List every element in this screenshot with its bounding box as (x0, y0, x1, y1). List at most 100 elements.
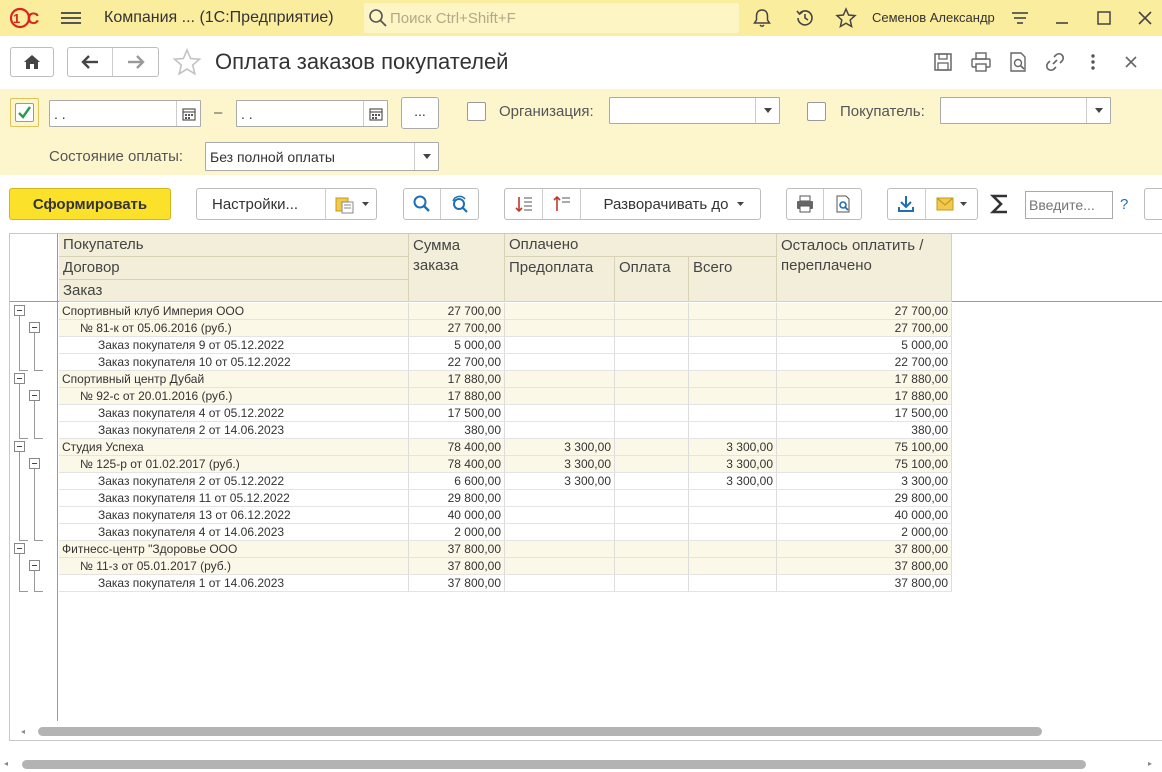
buyer-row-name[interactable]: Фитнесс-центр "Здоровье ООО (59, 541, 409, 558)
find-next-button[interactable] (441, 189, 478, 219)
cell-sum[interactable]: 27 700,00 (409, 320, 505, 337)
cell-sum[interactable]: 37 800,00 (409, 558, 505, 575)
order-row-name[interactable]: Заказ покупателя 13 от 06.12.2022 (59, 507, 409, 524)
date-from-field[interactable]: . . (49, 100, 201, 127)
cell-rest[interactable]: 75 100,00 (777, 439, 952, 456)
cell-sum[interactable]: 17 880,00 (409, 371, 505, 388)
cell-rest[interactable]: 2 000,00 (777, 524, 952, 541)
cell-pay[interactable] (615, 558, 689, 575)
report-spreadsheet[interactable]: Покупатель Договор Заказ Сумма заказа Оп… (9, 233, 1162, 741)
cell-pre[interactable] (505, 507, 615, 524)
cell-total[interactable] (689, 320, 777, 337)
cell-sum[interactable]: 380,00 (409, 422, 505, 439)
cell-sum[interactable]: 2 000,00 (409, 524, 505, 541)
collapse-buyer-group-icon[interactable] (14, 543, 25, 554)
cell-pay[interactable] (615, 490, 689, 507)
close-form-icon[interactable] (1119, 50, 1143, 74)
cell-pre[interactable] (505, 422, 615, 439)
home-button[interactable] (10, 47, 54, 77)
buyer-field[interactable] (940, 97, 1111, 124)
cell-sum[interactable]: 27 700,00 (409, 303, 505, 320)
buyer-checkbox[interactable] (807, 102, 826, 121)
cell-total[interactable] (689, 388, 777, 405)
order-row-name[interactable]: Заказ покупателя 9 от 05.12.2022 (59, 337, 409, 354)
expand-to-button[interactable]: Разворачивать до (581, 189, 760, 219)
cell-pre[interactable]: 3 300,00 (505, 473, 615, 490)
date-to-calendar-button[interactable] (363, 101, 387, 126)
cell-sum[interactable]: 78 400,00 (409, 456, 505, 473)
save-to-file-button[interactable] (888, 189, 926, 219)
maximize-window-icon[interactable] (1093, 7, 1115, 29)
cell-pay[interactable] (615, 303, 689, 320)
period-checkbox[interactable] (15, 103, 34, 122)
cell-sum[interactable]: 29 800,00 (409, 490, 505, 507)
expand-all-button[interactable] (543, 189, 581, 219)
cell-pre[interactable] (505, 405, 615, 422)
date-from-calendar-button[interactable] (176, 101, 200, 126)
cell-total[interactable] (689, 303, 777, 320)
cell-pay[interactable] (615, 320, 689, 337)
cell-total[interactable] (689, 558, 777, 575)
contract-row-name[interactable]: № 125-р от 01.02.2017 (руб.) (59, 456, 409, 473)
cell-total[interactable] (689, 541, 777, 558)
cell-pre[interactable] (505, 371, 615, 388)
print-icon[interactable] (969, 50, 993, 74)
cell-pay[interactable] (615, 354, 689, 371)
contract-row-name[interactable]: № 11-з от 05.01.2017 (руб.) (59, 558, 409, 575)
buyer-row-name[interactable]: Спортивный клуб Империя ООО (59, 303, 409, 320)
cell-pre[interactable] (505, 388, 615, 405)
minimize-window-icon[interactable] (1051, 7, 1073, 29)
page-scroll-left-arrow[interactable]: ◂ (4, 759, 8, 768)
collapse-contract-group-icon[interactable] (29, 322, 40, 333)
cell-pay[interactable] (615, 337, 689, 354)
page-scroll-right-arrow[interactable]: ▸ (1148, 759, 1152, 768)
cell-pre[interactable] (505, 320, 615, 337)
print-preview-icon[interactable] (1006, 50, 1030, 74)
page-horizontal-scrollbar[interactable] (22, 760, 1086, 769)
cell-total[interactable] (689, 337, 777, 354)
global-search-input[interactable] (390, 8, 730, 28)
close-window-icon[interactable] (1134, 7, 1156, 29)
back-button[interactable] (68, 48, 114, 76)
cell-rest[interactable]: 17 880,00 (777, 388, 952, 405)
print-report-button[interactable] (787, 189, 825, 219)
period-select-button[interactable]: ... (401, 97, 439, 129)
organization-field[interactable] (609, 97, 780, 124)
save-icon[interactable] (931, 50, 955, 74)
collapse-contract-group-icon[interactable] (29, 560, 40, 571)
cell-pay[interactable] (615, 524, 689, 541)
cell-rest[interactable]: 22 700,00 (777, 354, 952, 371)
cell-rest[interactable]: 3 300,00 (777, 473, 952, 490)
cell-rest[interactable]: 27 700,00 (777, 303, 952, 320)
order-row-name[interactable]: Заказ покупателя 10 от 05.12.2022 (59, 354, 409, 371)
cell-rest[interactable]: 27 700,00 (777, 320, 952, 337)
cell-pay[interactable] (615, 507, 689, 524)
cell-sum[interactable]: 22 700,00 (409, 354, 505, 371)
payment-state-select[interactable]: Без полной оплаты (205, 142, 439, 171)
cell-total[interactable] (689, 371, 777, 388)
cell-pre[interactable] (505, 524, 615, 541)
payment-state-dropdown-button[interactable] (414, 143, 438, 170)
cell-total[interactable] (689, 524, 777, 541)
sum-icon[interactable] (990, 193, 1010, 215)
cell-rest[interactable]: 5 000,00 (777, 337, 952, 354)
cell-total[interactable] (689, 422, 777, 439)
cell-rest[interactable]: 17 500,00 (777, 405, 952, 422)
favorites-star-icon[interactable] (835, 7, 857, 29)
buyer-dropdown-button[interactable] (1086, 98, 1110, 123)
cell-pre[interactable] (505, 490, 615, 507)
collapse-buyer-group-icon[interactable] (14, 441, 25, 452)
order-row-name[interactable]: Заказ покупателя 4 от 05.12.2022 (59, 405, 409, 422)
cell-total[interactable]: 3 300,00 (689, 456, 777, 473)
cell-total[interactable] (689, 575, 777, 592)
order-row-name[interactable]: Заказ покупателя 4 от 14.06.2023 (59, 524, 409, 541)
date-to-field[interactable]: . . (236, 100, 388, 127)
collapse-contract-group-icon[interactable] (29, 458, 40, 469)
cell-total[interactable] (689, 405, 777, 422)
cell-rest[interactable]: 75 100,00 (777, 456, 952, 473)
cell-pre[interactable] (505, 541, 615, 558)
sum-input-field[interactable] (1025, 191, 1113, 219)
cell-pre[interactable] (505, 558, 615, 575)
main-menu-icon[interactable] (61, 9, 81, 27)
contract-row-name[interactable]: № 92-с от 20.01.2016 (руб.) (59, 388, 409, 405)
